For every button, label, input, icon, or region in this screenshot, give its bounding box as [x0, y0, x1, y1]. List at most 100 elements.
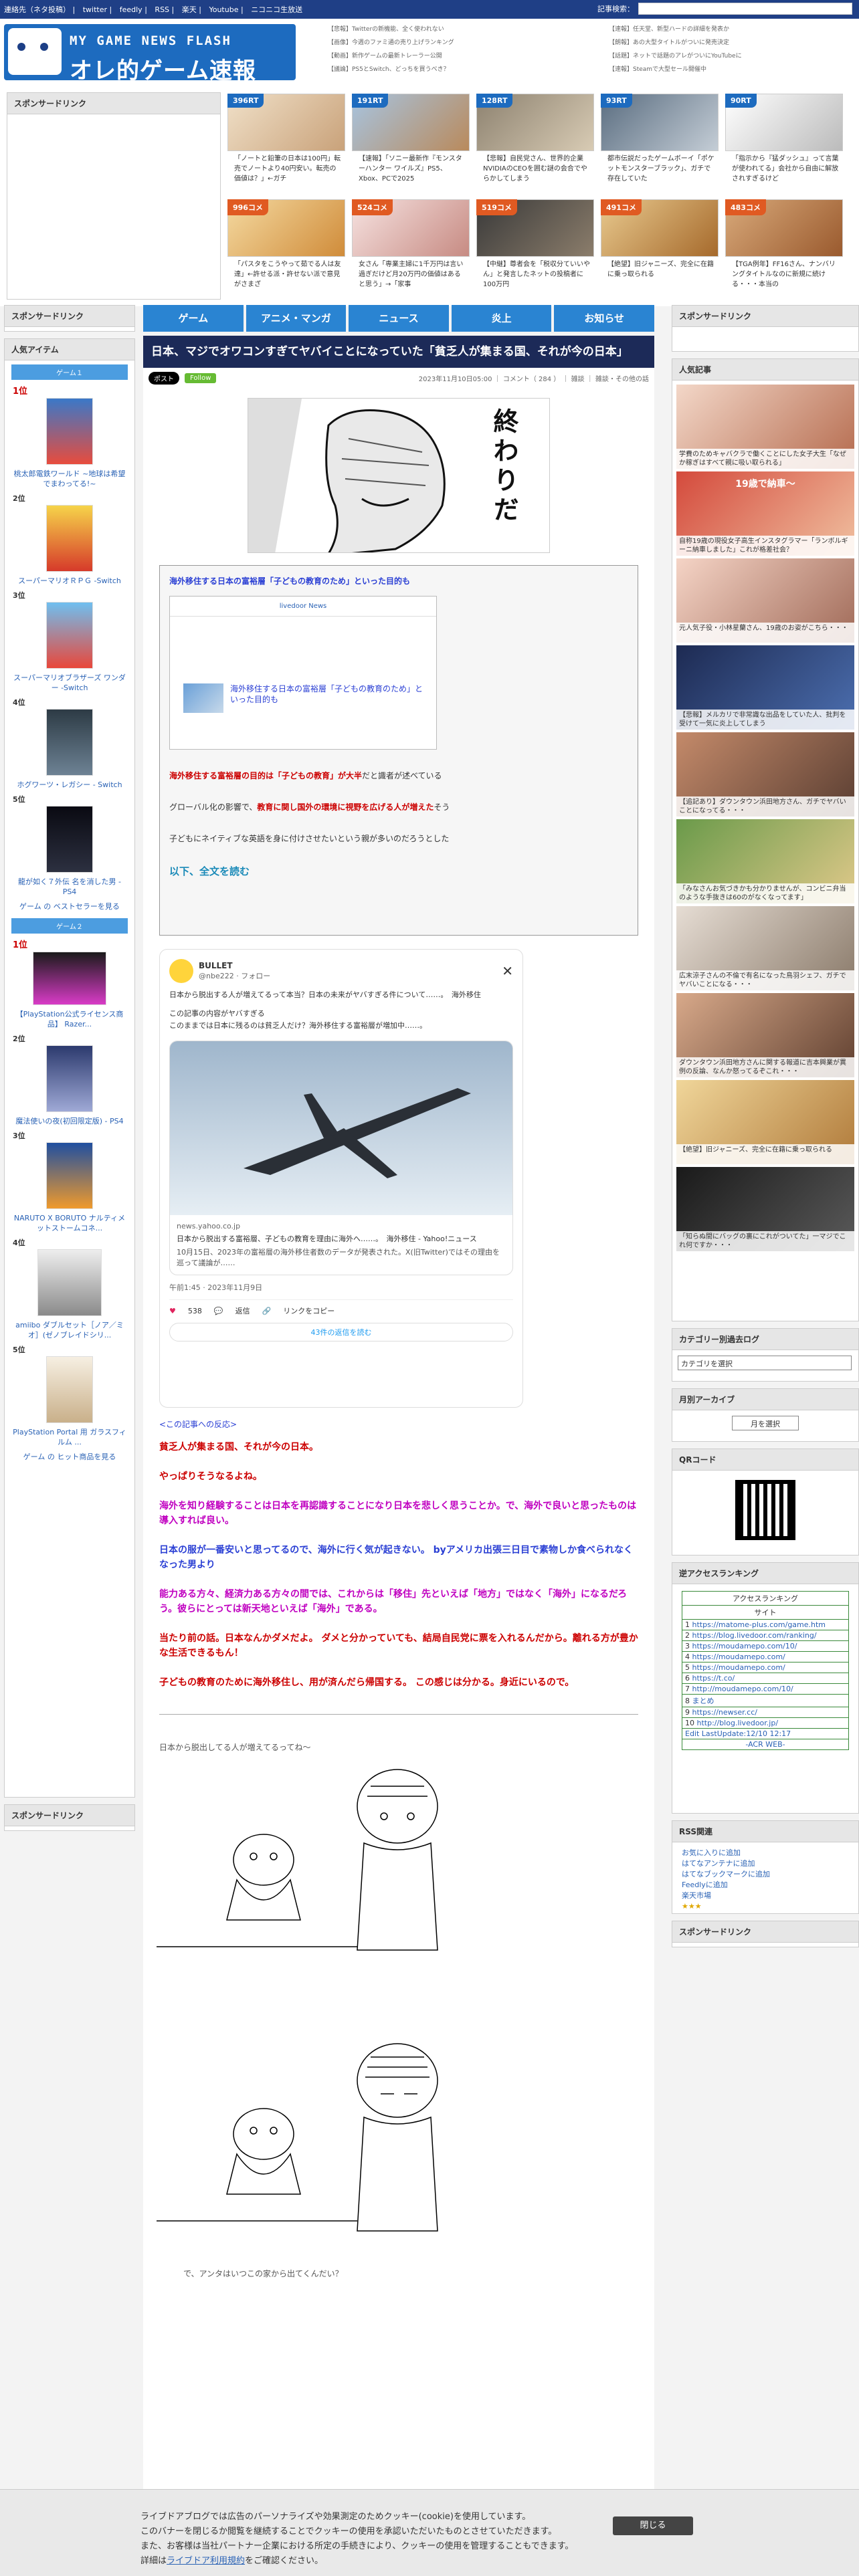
x-logo-icon[interactable]: ✕: [502, 963, 513, 979]
header-link[interactable]: 【速報】任天堂、新型ハードの詳細を発表か: [609, 24, 850, 33]
access-site-link[interactable]: https://matome-plus.com/game.htm: [692, 1620, 826, 1629]
popular-article[interactable]: 「みなさんお気づきかも分かりませんが、コンビニ弁当のような手抜きは60のがなくな…: [676, 819, 854, 903]
ranking-tile[interactable]: 93RT 都市伝説だったゲームボーイ「ポケットモンスターブラック」、ガチで存在し…: [601, 94, 719, 190]
access-footer[interactable]: -ACR WEB-: [682, 1739, 849, 1750]
rss-link[interactable]: RSS: [155, 5, 169, 14]
x-post-button[interactable]: ポスト: [149, 372, 179, 385]
ranking-tile[interactable]: 996コメ 「パスタをこうやって茹でる人は友達」←許せる派・許せない派で意見がさ…: [227, 199, 345, 296]
product-name[interactable]: スーパーマリオＲＰＧ -Switch: [5, 576, 134, 586]
access-row[interactable]: 7 http://moudamepo.com/10/: [682, 1684, 849, 1695]
header-link[interactable]: 【画像】今週のファミ通の売り上げランキング: [328, 37, 569, 47]
product-name[interactable]: NARUTO X BORUTO ナルティメットストームコネ...: [5, 1213, 134, 1233]
access-row[interactable]: 2 https://blog.livedoor.com/ranking/: [682, 1630, 849, 1641]
nav-tab-enjo[interactable]: 炎上: [451, 305, 552, 332]
contact-link[interactable]: 連絡先（ネタ投稿）: [4, 5, 70, 14]
access-site-link[interactable]: https://moudamepo.com/10/: [692, 1642, 797, 1650]
access-site-link[interactable]: https://moudamepo.com/: [692, 1652, 785, 1661]
ranking-tile[interactable]: 483コメ 【TGA例年】FF16さん、ナンバリングタイトルなのに新規に続ける・…: [725, 199, 843, 296]
nav-tab-anime[interactable]: アニメ・マンガ: [246, 305, 347, 332]
read-replies-button[interactable]: 43件の返信を読む: [169, 1323, 513, 1341]
product-name[interactable]: 魔法使いの夜(初回限定版) - PS4: [5, 1116, 134, 1126]
access-row[interactable]: 9 https://newser.cc/: [682, 1707, 849, 1718]
access-site-link[interactable]: まとめ: [692, 1697, 714, 1705]
tweet-author[interactable]: BULLET: [199, 961, 270, 970]
ranking-tile[interactable]: 491コメ 【絶望】旧ジャニーズ、完全に在籍に乗っ取られる: [601, 199, 719, 296]
access-row[interactable]: 8 まとめ: [682, 1695, 849, 1707]
access-row[interactable]: 10 http://blog.livedoor.jp/: [682, 1718, 849, 1729]
popular-article[interactable]: 元人気子役・小林星蘭さん、19歳のお姿がこちら・・・: [676, 558, 854, 643]
terms-link[interactable]: ライブドア利用規約: [167, 2556, 245, 2566]
product-item[interactable]: 【PlayStation公式ライセンス商品】 Razer...: [5, 952, 134, 1029]
ranking-tile[interactable]: 90RT 「指示から『猛ダッシュ』って言葉が使われてる」会社から自由に解放されす…: [725, 94, 843, 190]
access-updated[interactable]: Edit LastUpdate:12/10 12:17: [682, 1729, 849, 1739]
follow-button[interactable]: Follow: [185, 373, 217, 383]
product-item[interactable]: NARUTO X BORUTO ナルティメットストームコネ...: [5, 1142, 134, 1233]
access-site-link[interactable]: https://newser.cc/: [692, 1708, 757, 1717]
twitter-link[interactable]: twitter: [83, 5, 107, 14]
nav-tab-news[interactable]: ニュース: [349, 305, 449, 332]
product-item[interactable]: PlayStation Portal 用 ガラスフィルム ...: [5, 1356, 134, 1447]
ranking-tile[interactable]: 128RT 【悲報】自民党さん、世界的企業NVIDIAのCEOを囲む謎の会合でや…: [476, 94, 594, 190]
reply-label[interactable]: 返信: [235, 1305, 250, 1316]
product-item[interactable]: 魔法使いの夜(初回限定版) - PS4: [5, 1045, 134, 1126]
popular-article[interactable]: 学費のためキャバクラで働くことにした女子大生「なぜか稼ぎはすべて親に吸い取られる…: [676, 385, 854, 469]
read-more-link[interactable]: 以下、全文を読む: [169, 864, 628, 878]
product-item[interactable]: スーパーマリオＲＰＧ -Switch: [5, 505, 134, 586]
site-logo[interactable]: MY GAME NEWS FLASH オレ的ゲーム速報@JIN: [4, 24, 296, 80]
ranking-tile[interactable]: 191RT 【速報】「ソニー最新作『モンスターハンター ワイルズ』PS5、Xbo…: [352, 94, 470, 190]
product-name[interactable]: PlayStation Portal 用 ガラスフィルム ...: [5, 1427, 134, 1447]
ranking-tile[interactable]: 519コメ 【中継】尊者会を「税収分ていいやん」と発言したネットの投稿者に100…: [476, 199, 594, 296]
access-site-link[interactable]: https://blog.livedoor.com/ranking/: [692, 1631, 817, 1640]
search-input[interactable]: [638, 3, 852, 15]
product-name[interactable]: 龍が如く７外伝 名を消した男 - PS4: [5, 877, 134, 897]
tweet-card[interactable]: news.yahoo.co.jp 日本から脱出する富裕層、子どもの教育を理由に海…: [169, 1041, 513, 1275]
ranking-tile[interactable]: 396RT 「ノートと鉛筆の日本は100円」転売でノートより40円安い。転売の価…: [227, 94, 345, 190]
copy-link-label[interactable]: リンクをコピー: [283, 1305, 335, 1316]
category-select[interactable]: カテゴリを選択: [678, 1356, 852, 1370]
rss-link[interactable]: お気に入りに追加: [682, 1848, 849, 1858]
nav-tab-game[interactable]: ゲーム: [143, 305, 244, 332]
access-site-link[interactable]: https://moudamepo.com/: [692, 1663, 785, 1672]
nav-tab-notice[interactable]: お知らせ: [554, 305, 654, 332]
youtube-link[interactable]: Youtube: [209, 5, 238, 14]
bestseller-link[interactable]: ゲーム の ベストセラーを見る: [5, 901, 134, 911]
product-name[interactable]: 【PlayStation公式ライセンス商品】 Razer...: [5, 1009, 134, 1029]
link-icon[interactable]: 🔗: [262, 1307, 272, 1315]
product-item[interactable]: amiibo ダブルセット［ノア／ミオ］(ゼノブレイドシリ...: [5, 1249, 134, 1340]
product-name[interactable]: スーパーマリオブラザーズ ワンダー -Switch: [5, 673, 134, 693]
rss-link[interactable]: はてなブックマークに追加: [682, 1869, 849, 1880]
product-item[interactable]: スーパーマリオブラザーズ ワンダー -Switch: [5, 602, 134, 693]
header-link[interactable]: 【悲報】Twitterの新機能、全く使われない: [328, 24, 569, 33]
rss-link[interactable]: Feedlyに追加: [682, 1880, 849, 1891]
product-name[interactable]: 桃太郎電鉄ワールド ~地球は希望でまわってる!~: [5, 469, 134, 489]
popular-article[interactable]: 広末涼子さんの不倫で有名になった鳥羽シェフ、ガチでヤバいことになる・・・: [676, 906, 854, 990]
embedded-tweet[interactable]: BULLET @nbe222 · フォロー ✕ 日本から脱出する人が増えてるって…: [159, 949, 523, 1408]
popular-article[interactable]: 「知らぬ間にバッグの裏にこれがついてた」一マジでこれ何ですか・・・: [676, 1167, 854, 1251]
header-link[interactable]: 【議論】PS5とSwitch、どっちを買うべき？: [328, 64, 569, 74]
product-item[interactable]: ホグワーツ・レガシー - Switch: [5, 709, 134, 790]
popular-article[interactable]: 【絶望】旧ジャニーズ、完全に在籍に乗っ取られる: [676, 1080, 854, 1164]
tweet-handle[interactable]: @nbe222 · フォロー: [199, 970, 270, 981]
header-link[interactable]: 【速報】Steamで大型セール開催中: [609, 64, 850, 74]
reply-icon[interactable]: 💬: [214, 1307, 223, 1315]
access-site-link[interactable]: http://moudamepo.com/10/: [692, 1685, 793, 1693]
product-name[interactable]: amiibo ダブルセット［ノア／ミオ］(ゼノブレイドシリ...: [5, 1320, 134, 1340]
rss-link[interactable]: はてなアンテナに追加: [682, 1858, 849, 1869]
news-card[interactable]: livedoor News 海外移住する日本の富裕層「子どもの教育のため」といっ…: [169, 596, 437, 750]
popular-article[interactable]: 【追記あり】ダウンタウン浜田地方さん、ガチでヤバいことになってる・・・: [676, 732, 854, 817]
access-row[interactable]: 6 https://t.co/: [682, 1673, 849, 1684]
month-select[interactable]: 月を選択: [732, 1416, 799, 1430]
like-icon[interactable]: ♥: [169, 1307, 176, 1315]
header-link[interactable]: 【話題】ネットで話題のアレがついにYouTubeに: [609, 51, 850, 60]
product-name[interactable]: ホグワーツ・レガシー - Switch: [5, 780, 134, 790]
feedly-link[interactable]: feedly: [120, 5, 142, 14]
access-row[interactable]: 1 https://matome-plus.com/game.htm: [682, 1620, 849, 1630]
cookie-close-button[interactable]: 閉じる: [613, 2516, 693, 2535]
tweet-time[interactable]: 午前1:45 · 2023年11月9日: [169, 1282, 513, 1293]
popular-article[interactable]: 【悲報】メルカリで非常識な出品をしていた人、批判を受けて一気に炎上してしまう: [676, 645, 854, 730]
product-item[interactable]: 桃太郎電鉄ワールド ~地球は希望でまわってる!~: [5, 398, 134, 489]
rss-link[interactable]: 楽天市場: [682, 1891, 849, 1901]
ranking-tile[interactable]: 524コメ 女さん「専業主婦に1千万円は言い過ぎだけど月20万円の価値はあると思…: [352, 199, 470, 296]
access-row[interactable]: 4 https://moudamepo.com/: [682, 1652, 849, 1662]
niconico-link[interactable]: ニコニコ生放送: [251, 5, 302, 14]
